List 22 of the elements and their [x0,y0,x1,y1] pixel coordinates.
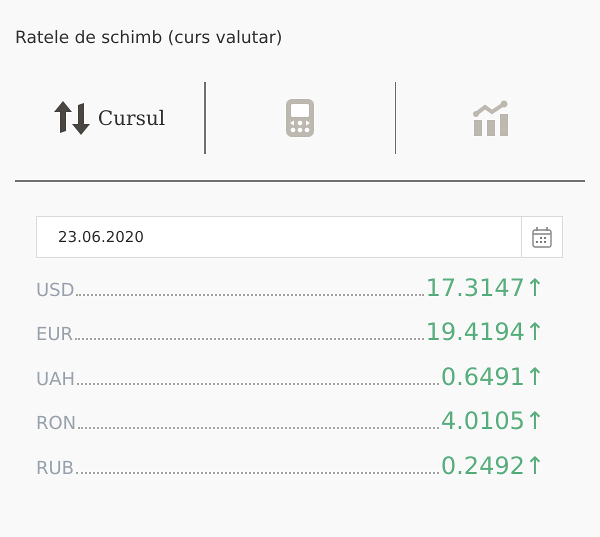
exchange-rate: 19.4194 [426,318,525,346]
currency-code: UAH [36,368,76,390]
tab[interactable]: Cursul [15,88,204,148]
widget-title: Ratele de schimb (curs valutar) [15,28,284,48]
trend-arrow: ↑ [524,362,545,390]
exchange-rate: 0.2492 [440,452,525,480]
trend-arrow: ↑ [524,318,545,346]
exchange-rate: 17.3147 [426,274,525,302]
currency-code: RON [36,413,76,434]
currency-code: USD [36,280,74,300]
chart-icon [472,100,508,136]
date-field[interactable]: 23.06.2020 [36,216,563,258]
currency-code: EUR [36,324,74,345]
trend-arrow: ↑ [524,274,545,302]
exchange-rate: 0.6491 [440,362,525,390]
trend-arrow: ↑ [524,452,545,480]
calendar-icon[interactable] [532,226,552,248]
swap-arrows-icon [54,101,90,135]
calculator-icon [286,99,314,137]
currency-code: RUB [36,458,74,478]
exchange-rate: 4.0105 [440,407,525,435]
trend-arrow: ↑ [524,407,545,435]
